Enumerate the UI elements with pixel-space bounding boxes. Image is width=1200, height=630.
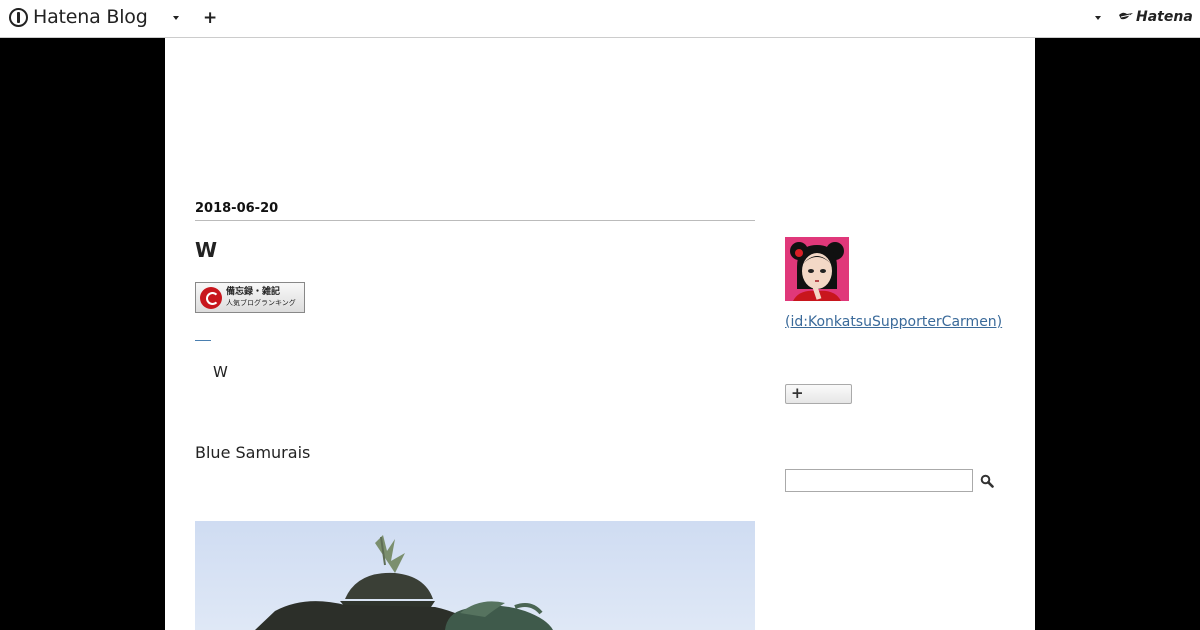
entry-title[interactable]: W <box>195 238 217 262</box>
menu-caret-icon[interactable] <box>173 16 179 20</box>
search-icon[interactable] <box>980 474 994 488</box>
hatena-brand-link[interactable]: Hatena <box>1118 9 1193 25</box>
blog-container: 2018-06-20 W 備忘録・雑記 人気ブログランキング W Blue Sa… <box>165 38 1035 630</box>
logo-text: Hatena Blog <box>33 6 148 28</box>
global-header: Hatena Blog + Hatena <box>0 0 1200 38</box>
profile-id-link[interactable]: (id:KonkatsuSupporterCarmen) <box>785 312 1010 333</box>
ranking-category: 備忘録・雑記 <box>226 286 281 297</box>
user-menu-caret-icon[interactable] <box>1095 16 1101 20</box>
hatena-bird-icon <box>1119 12 1133 20</box>
profile-avatar[interactable] <box>785 237 849 301</box>
follow-button[interactable]: + <box>785 384 852 404</box>
add-button[interactable]: + <box>203 8 217 28</box>
hatena-brand-text: Hatena <box>1136 9 1193 25</box>
samurai-statue-photo <box>195 521 755 630</box>
search-input[interactable] <box>785 469 973 492</box>
statue-image <box>255 535 553 630</box>
hatena-blog-logo-icon <box>9 7 28 27</box>
entry-paragraph: W <box>213 363 228 381</box>
entry-date[interactable]: 2018-06-20 <box>195 201 755 221</box>
ranking-logo-icon <box>200 286 222 309</box>
blog-ranking-banner[interactable]: 備忘録・雑記 人気ブログランキング <box>195 282 305 313</box>
empty-link[interactable] <box>195 328 211 341</box>
entry-paragraph: Blue Samurais <box>195 443 311 462</box>
ranking-site-name: 人気ブログランキング <box>226 298 296 307</box>
hatena-blog-logo[interactable]: Hatena Blog <box>9 6 148 28</box>
avatar-image <box>785 237 849 301</box>
